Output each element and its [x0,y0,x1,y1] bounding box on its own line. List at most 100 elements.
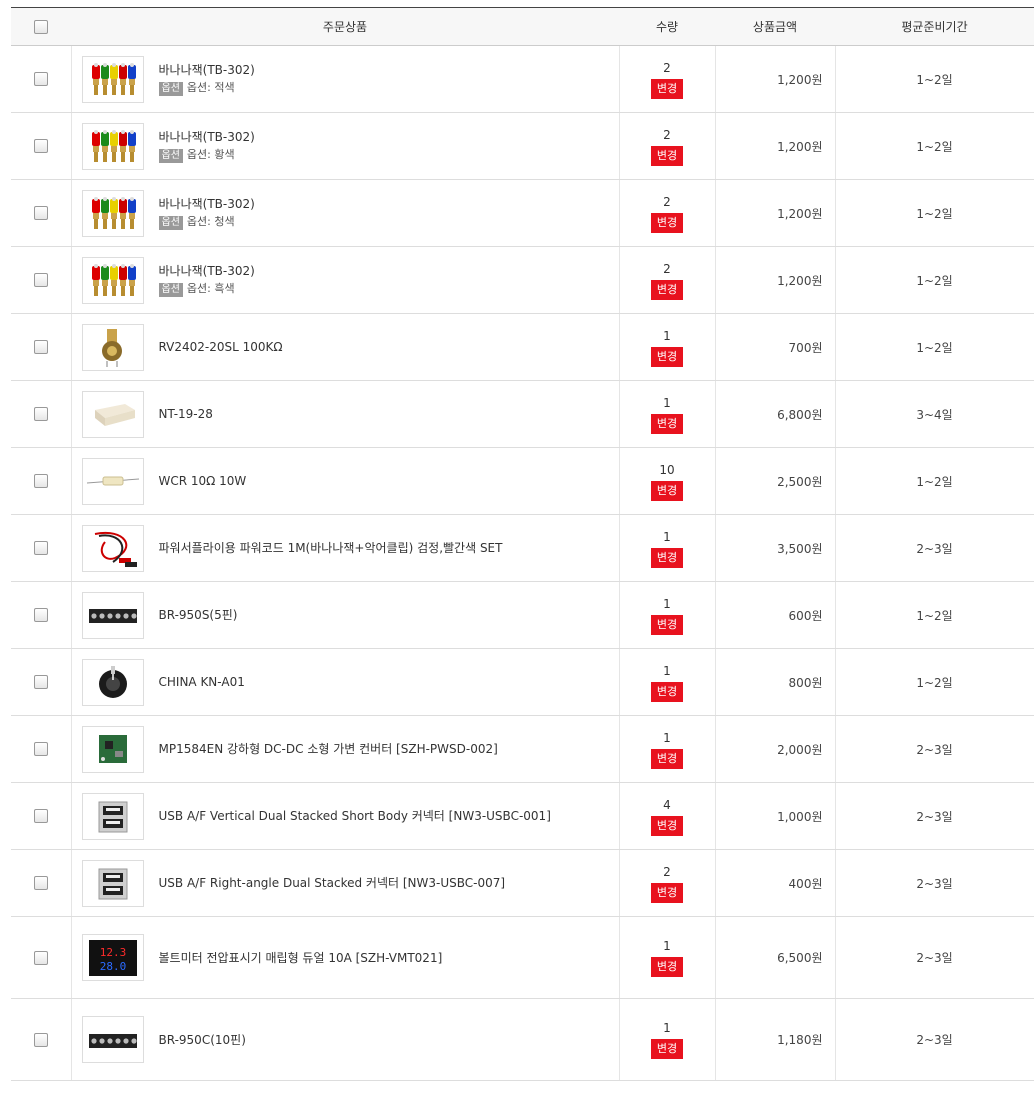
change-quantity-button[interactable]: 변경 [650,957,684,977]
product-thumbnail[interactable] [81,591,144,639]
option-text: 옵션 옵션: 황색 [158,146,255,164]
row-select-cell [11,916,71,999]
quantity-cell: 2 변경 [619,246,716,314]
product-thumbnail[interactable] [81,1016,144,1063]
option-value: 옵션: 흑색 [186,282,235,295]
quantity-value: 1 [663,529,671,544]
product-name[interactable]: 바나나잭(TB-302) [159,61,255,79]
table-row: RV2402-20SL 100KΩ 1 변경 700원 1~2일 [11,313,1034,381]
product-thumbnail[interactable] [81,323,144,371]
product-thumbnail[interactable] [81,859,144,907]
select-all-checkbox[interactable] [34,19,48,34]
product-cell: RV2402-20SL 100KΩ [70,313,620,381]
quantity-cell: 1 변경 [619,514,716,582]
row-checkbox[interactable] [33,541,48,556]
product-thumbnail[interactable] [81,658,144,706]
change-quantity-button[interactable]: 변경 [650,547,684,568]
change-quantity-button[interactable]: 변경 [650,815,684,836]
quantity-value: 2 [663,60,671,75]
change-quantity-button[interactable]: 변경 [650,748,684,769]
row-select-cell [11,112,71,180]
product-thumbnail[interactable] [81,390,144,438]
row-checkbox[interactable] [33,139,48,154]
product-cell: 12.3 28.0 볼트미터 전압표시기 매립형 듀얼 10A [SZH-VMT02… [70,916,620,999]
header-price: 상품금액 [715,7,835,46]
product-name[interactable]: 볼트미터 전압표시기 매립형 듀얼 10A [SZH-VMT021] [159,949,443,967]
row-checkbox[interactable] [33,72,48,87]
product-name[interactable]: 바나나잭(TB-302) [159,195,255,213]
header-product: 주문상품 [71,7,619,46]
prep-time-cell: 2~3일 [835,998,1034,1081]
product-name[interactable]: USB A/F Vertical Dual Stacked Short Body… [159,807,551,825]
product-thumbnail[interactable] [81,55,144,103]
product-cell: WCR 10Ω 10W [70,447,620,515]
row-checkbox[interactable] [33,950,48,965]
change-quantity-button[interactable]: 변경 [650,346,684,367]
product-thumbnail[interactable] [81,256,144,304]
row-select-cell [11,849,71,917]
change-quantity-button[interactable]: 변경 [650,614,684,635]
change-quantity-button[interactable]: 변경 [650,882,684,903]
header-prep-time: 평균준비기간 [835,7,1034,46]
change-quantity-button[interactable]: 변경 [650,1039,684,1059]
price-cell: 3,500원 [715,514,836,582]
row-checkbox[interactable] [33,809,48,824]
product-name[interactable]: 바나나잭(TB-302) [159,262,255,280]
row-checkbox[interactable] [33,742,48,757]
product-name[interactable]: USB A/F Right-angle Dual Stacked 커넥터 [NW… [159,874,506,892]
quantity-cell: 1 변경 [619,715,716,783]
option-badge: 옵션 [158,216,183,230]
prep-time-cell: 2~3일 [835,782,1034,850]
product-thumbnail[interactable]: 12.3 28.0 [81,934,144,981]
change-quantity-button[interactable]: 변경 [650,145,684,166]
quantity-value: 4 [663,797,671,812]
banana-jack-icon [85,59,141,99]
product-name[interactable]: MP1584EN 강하형 DC-DC 소형 가변 컨버터 [SZH-PWSD-0… [159,740,498,758]
product-thumbnail[interactable] [81,725,144,773]
price-cell: 1,180원 [715,998,836,1081]
product-name[interactable]: BR-950S(5핀) [159,606,238,624]
row-checkbox[interactable] [33,340,48,355]
row-checkbox[interactable] [33,273,48,288]
product-thumbnail[interactable] [81,524,144,572]
usb-connector-icon [85,863,141,903]
product-name[interactable]: WCR 10Ω 10W [159,472,247,490]
quantity-value: 1 [663,395,671,410]
product-thumbnail[interactable] [81,457,144,505]
change-quantity-button[interactable]: 변경 [650,279,684,300]
row-select-cell [11,514,71,582]
product-thumbnail[interactable] [81,189,144,237]
knob-icon [85,662,141,702]
change-quantity-button[interactable]: 변경 [650,681,684,702]
product-name[interactable]: 바나나잭(TB-302) [159,128,255,146]
prep-time-cell: 3~4일 [835,380,1034,448]
price-cell: 800원 [715,648,836,716]
row-checkbox[interactable] [33,1032,48,1047]
row-checkbox[interactable] [33,608,48,623]
row-checkbox[interactable] [33,407,48,422]
quantity-cell: 2 변경 [619,179,716,247]
product-cell: 바나나잭(TB-302) 옵션 옵션: 청색 [70,179,620,247]
quantity-value: 1 [663,1021,671,1035]
product-cell: 바나나잭(TB-302) 옵션 옵션: 적색 [70,45,620,113]
quantity-value: 2 [663,261,671,276]
product-name[interactable]: 파워서플라이용 파워코드 1M(바나나잭+악어클립) 검정,빨간색 SET [159,539,503,557]
row-select-cell [11,782,71,850]
product-name[interactable]: CHINA KN-A01 [159,673,245,691]
row-checkbox[interactable] [33,474,48,489]
change-quantity-button[interactable]: 변경 [650,78,684,99]
product-thumbnail[interactable] [81,122,144,170]
change-quantity-button[interactable]: 변경 [650,480,684,501]
change-quantity-button[interactable]: 변경 [650,413,684,434]
product-thumbnail[interactable] [81,792,144,840]
row-checkbox[interactable] [33,206,48,221]
row-checkbox[interactable] [33,876,48,891]
change-quantity-button[interactable]: 변경 [650,212,684,233]
product-name[interactable]: RV2402-20SL 100KΩ [159,338,283,356]
row-checkbox[interactable] [33,675,48,690]
quantity-value: 2 [663,127,671,142]
row-select-cell [11,447,71,515]
product-name[interactable]: BR-950C(10핀) [159,1031,246,1049]
quantity-value: 10 [659,462,675,477]
product-name[interactable]: NT-19-28 [159,405,213,423]
